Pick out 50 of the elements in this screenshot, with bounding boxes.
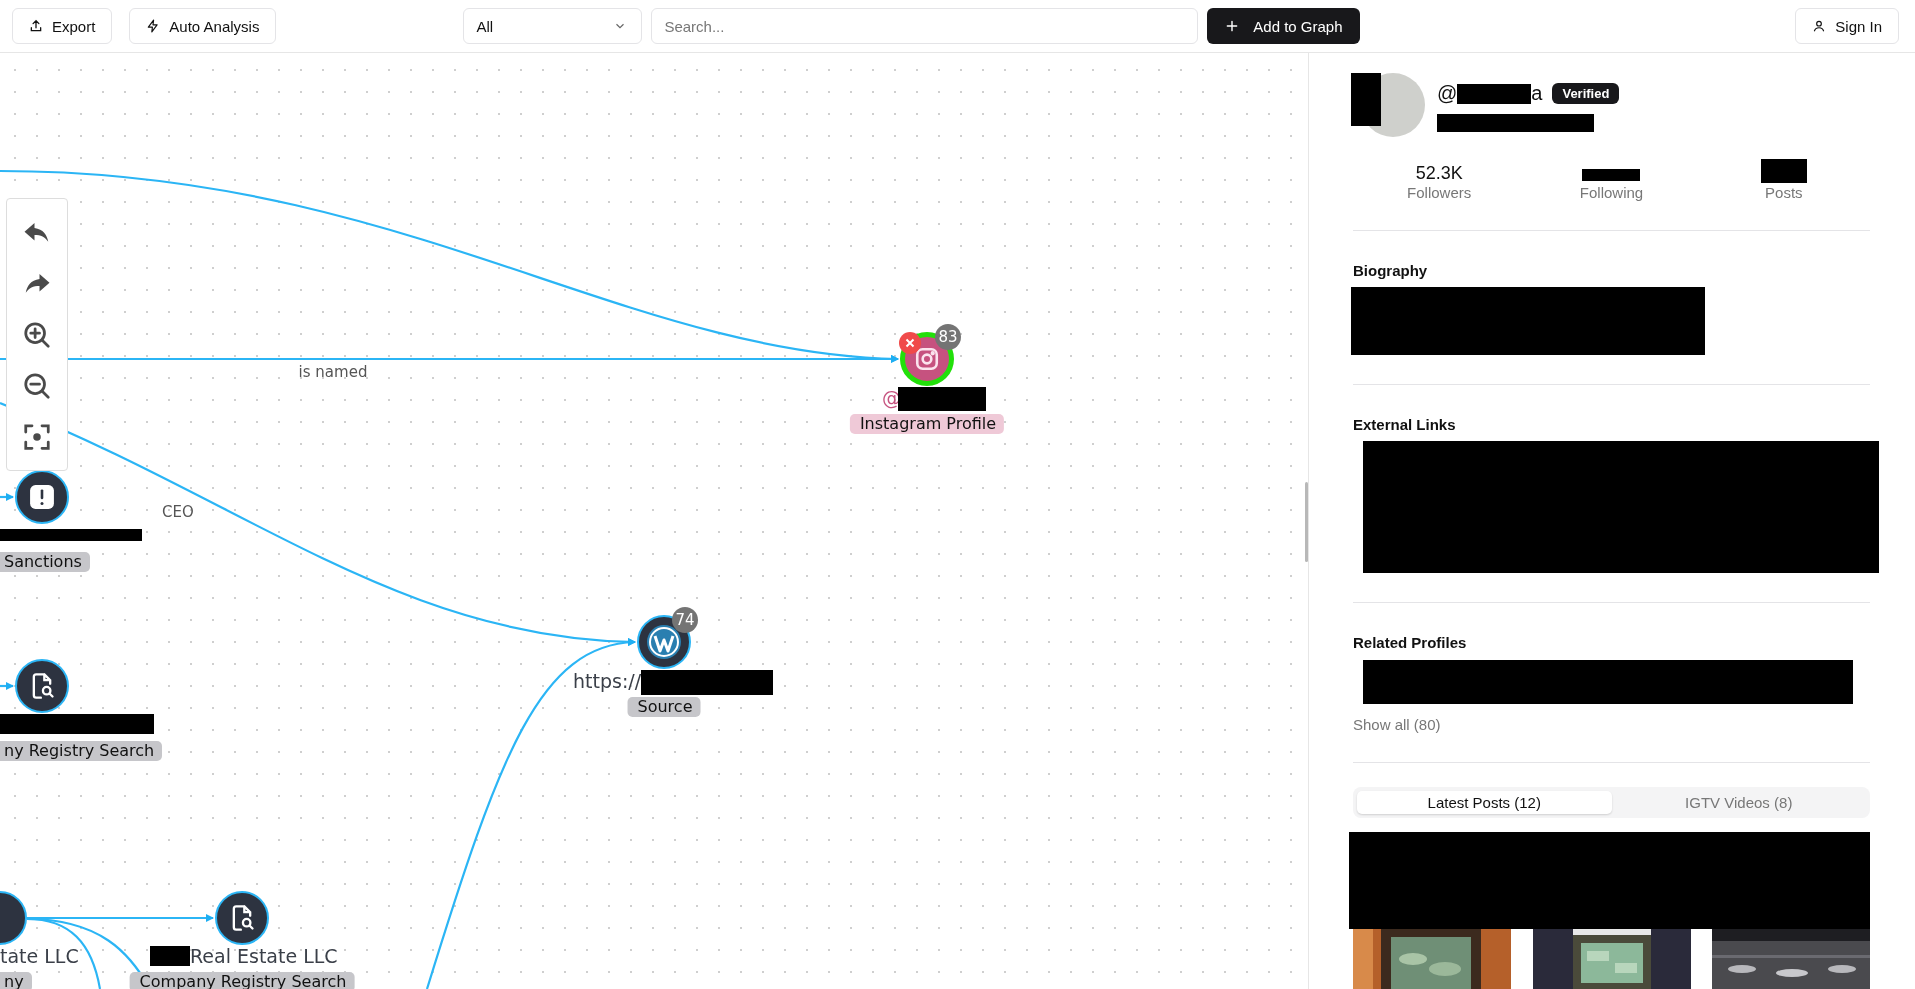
remove-icon[interactable] — [899, 332, 921, 354]
plus-icon — [1225, 19, 1240, 33]
fit-view-icon[interactable] — [22, 421, 52, 452]
resize-handle[interactable] — [1305, 482, 1308, 562]
edge-label: CEO — [162, 503, 194, 521]
analysis-button[interactable]: Auto Analysis — [129, 8, 277, 44]
tab[interactable]: Latest Posts (12) — [1357, 791, 1612, 815]
section-heading: External Links — [1353, 415, 1457, 434]
upload-icon — [29, 19, 43, 33]
show-all-link[interactable]: Show all (80) — [1353, 716, 1441, 734]
stat-label: Followers — [1407, 184, 1472, 202]
search-field[interactable]: Search... — [651, 8, 1199, 44]
node-type-tag: Instagram Profile — [849, 414, 1005, 434]
node-type-tag: ny Registry Search — [0, 741, 163, 761]
camera-icon — [914, 346, 940, 372]
node-label: https:// — [573, 669, 642, 693]
count-badge: 83 — [935, 324, 961, 350]
redaction-block — [1582, 169, 1641, 181]
graph-node[interactable] — [15, 470, 69, 524]
logo-icon — [646, 624, 682, 660]
node-label: tate LLC — [0, 944, 79, 968]
node-label: Real Estate LLC — [190, 944, 338, 968]
profile-handle: a — [1531, 82, 1543, 105]
tab[interactable]: IGTV Videos (8) — [1611, 791, 1866, 815]
graph-node[interactable] — [15, 659, 69, 713]
edge-label: is named — [298, 363, 368, 381]
redaction-block — [1351, 73, 1381, 126]
stat-label: Posts — [1765, 184, 1803, 202]
lightning-icon — [146, 19, 161, 33]
section-heading: Biography — [1353, 262, 1429, 281]
redaction-block — [1760, 159, 1807, 183]
zoom-in-icon[interactable] — [22, 319, 52, 350]
node-type-tag: Source — [627, 697, 701, 717]
redaction-block — [150, 946, 190, 966]
node-type-tag: Sanctions — [0, 552, 90, 572]
verified-badge: Verified — [1552, 83, 1620, 104]
stat-value: 52.3K — [1415, 163, 1463, 184]
sign-in-button[interactable]: Sign In — [1795, 8, 1899, 44]
graph-node[interactable] — [215, 891, 269, 945]
profile-handle: @ — [1437, 82, 1458, 105]
alert-icon — [29, 484, 55, 510]
export-button[interactable]: Export — [12, 8, 113, 44]
user-icon — [1812, 19, 1827, 33]
filter-select[interactable]: All — [463, 8, 643, 44]
stat-label: Following — [1579, 184, 1644, 202]
count-badge: 74 — [672, 607, 698, 633]
add-to-graph-button[interactable]: Add to Graph — [1207, 8, 1361, 44]
section-heading: Related Profiles — [1353, 634, 1468, 653]
zoom-out-icon[interactable] — [22, 370, 52, 401]
connector-arrow — [0, 682, 14, 690]
